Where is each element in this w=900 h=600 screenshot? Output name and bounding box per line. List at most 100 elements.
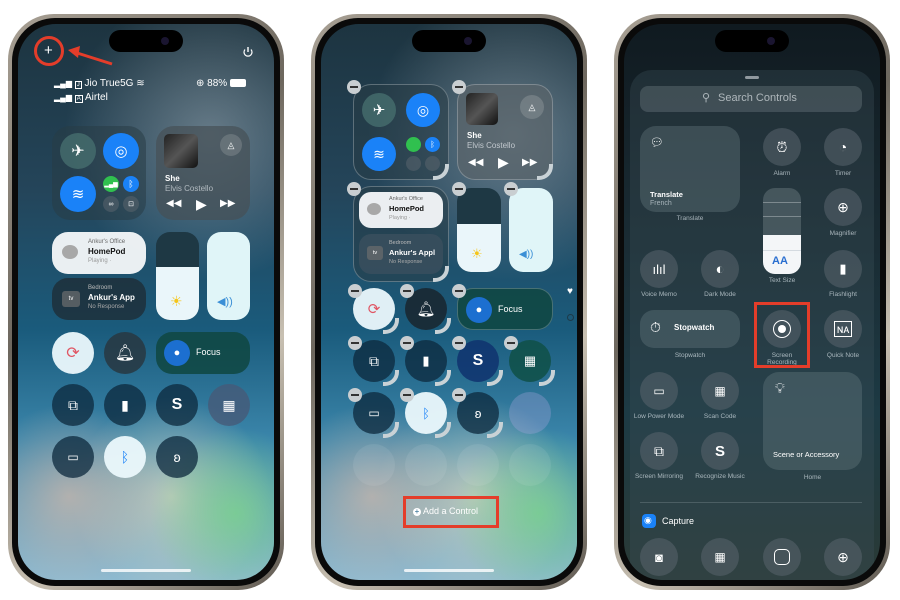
camera-control[interactable]: ◙	[640, 538, 678, 576]
airdrop-icon: ◎	[114, 143, 128, 160]
highlight-box	[754, 302, 810, 368]
search-controls-input[interactable]: ⚲ Search Controls	[640, 86, 862, 112]
orientation-lock-toggle[interactable]: ⟳	[52, 332, 94, 374]
remove-control-button[interactable]	[347, 80, 361, 94]
airplay-icon: ◬	[227, 139, 235, 150]
brightness-slider[interactable]: ☀	[457, 188, 501, 272]
scene-accessory-control[interactable]: 💡︎ Scene or Accessory	[763, 372, 862, 470]
apple-tv-tile[interactable]: tv Bedroom Ankur's Appl No Response	[359, 234, 443, 274]
airdrop-toggle[interactable]: ◎	[103, 133, 139, 169]
timer-label: Timer	[834, 170, 852, 177]
flashlight-control[interactable]: ▮	[824, 250, 862, 288]
remove-control-button[interactable]	[348, 388, 362, 402]
translate-control[interactable]: 💬︎ Translate French	[640, 126, 740, 212]
play-button[interactable]: ▶	[196, 196, 207, 213]
vpn-toggle[interactable]: ∞	[103, 196, 119, 212]
low-power-control[interactable]: ▭	[640, 372, 678, 410]
vpn-toggle[interactable]	[406, 156, 421, 171]
carrier-1: Jio True5G	[84, 78, 134, 89]
remove-control-button[interactable]	[452, 284, 466, 298]
fast-forward-button[interactable]: ▶▶	[522, 157, 537, 168]
scan-code-label: Scan Code	[703, 413, 737, 420]
remove-control-button[interactable]	[504, 336, 518, 350]
now-playing-tile[interactable]: ◬ She Elvis Costello ◀◀ ▶ ▶▶	[156, 126, 250, 220]
rewind-button[interactable]: ◀◀	[166, 198, 181, 209]
bluetooth-button[interactable]: ᛒ	[104, 436, 146, 478]
page-dot-indicator[interactable]	[567, 314, 574, 321]
remove-control-button[interactable]	[452, 182, 466, 196]
remove-control-button[interactable]	[504, 182, 518, 196]
text-size-control[interactable]: AA	[763, 188, 801, 274]
empty-slot[interactable]	[457, 444, 499, 486]
instagram-control[interactable]	[763, 538, 801, 576]
play-button[interactable]: ▶	[498, 154, 509, 171]
translate-icon: 💬︎	[650, 137, 664, 149]
scan-code-capture-control[interactable]: ▦	[701, 538, 739, 576]
remove-control-button[interactable]	[452, 336, 466, 350]
airplane-mode-toggle[interactable]: ✈	[362, 93, 396, 127]
power-icon[interactable]	[242, 46, 254, 58]
homepod-tile[interactable]: Ankur's Office HomePod Playing ·	[52, 232, 146, 274]
low-power-button[interactable]: ▭	[52, 436, 94, 478]
empty-slot[interactable]	[509, 392, 551, 434]
remove-control-button[interactable]	[400, 336, 414, 350]
stopwatch-label: Stopwatch	[674, 352, 706, 359]
hearing-button[interactable]: ʚ	[156, 436, 198, 478]
focus-person-icon: ●	[164, 340, 190, 366]
magnifier-label: Magnifier	[829, 230, 857, 237]
wifi-toggle[interactable]: ≋	[60, 176, 96, 212]
flashlight-button[interactable]: ▮	[104, 384, 146, 426]
bluetooth-toggle[interactable]: ᛒ	[425, 137, 440, 152]
airdrop-toggle[interactable]: ◎	[406, 93, 440, 127]
sheet-grabber[interactable]	[745, 76, 759, 79]
text-size-label: Text Size	[768, 277, 796, 284]
empty-slot[interactable]	[509, 444, 551, 486]
focus-toggle[interactable]: ● Focus	[156, 332, 250, 374]
silent-mode-toggle[interactable]: 🔔︎	[104, 332, 146, 374]
brightness-slider[interactable]: ☀	[156, 232, 199, 320]
quick-note-control[interactable]: ɴᴀ	[824, 310, 862, 348]
remove-control-button[interactable]	[348, 336, 362, 350]
cellular-toggle[interactable]: ▂▄▆	[103, 176, 119, 192]
timer-control[interactable]: ◔	[824, 128, 862, 166]
screen-mirroring-button[interactable]: ⧉	[52, 384, 94, 426]
speaker-icon: ◀))	[217, 296, 233, 308]
wifi-toggle[interactable]: ≋	[362, 137, 396, 171]
translate-title: Translate	[650, 190, 683, 199]
stopwatch-control[interactable]: ⏱︎ Stopwatch	[640, 310, 740, 348]
remove-control-button[interactable]	[452, 80, 466, 94]
focus-toggle[interactable]: ● Focus	[457, 288, 553, 330]
scan-code-control[interactable]: ▦	[701, 372, 739, 410]
remove-control-button[interactable]	[400, 388, 414, 402]
hotspot-toggle[interactable]: ⊡	[123, 196, 139, 212]
remove-control-button[interactable]	[452, 388, 466, 402]
airplay-button[interactable]: ◬	[220, 134, 242, 156]
remove-control-button[interactable]	[348, 284, 362, 298]
empty-slot[interactable]	[405, 444, 447, 486]
screen-mirroring-control[interactable]: ⧉	[640, 432, 678, 470]
dark-mode-control[interactable]: ◐	[701, 250, 739, 288]
magnifier-control[interactable]: ⊕	[824, 188, 862, 226]
volume-slider[interactable]: ◀))	[509, 188, 553, 272]
page-favorites-heart-icon[interactable]: ♥	[567, 286, 573, 297]
fast-forward-button[interactable]: ▶▶	[220, 198, 235, 209]
rewind-button[interactable]: ◀◀	[468, 157, 483, 168]
remove-control-button[interactable]	[400, 284, 414, 298]
shazam-button[interactable]: S	[156, 384, 198, 426]
remove-control-button[interactable]	[347, 182, 361, 196]
bluetooth-toggle[interactable]: ᛒ	[123, 176, 139, 192]
recognize-music-control[interactable]: S	[701, 432, 739, 470]
calculator-button[interactable]: ▦	[208, 384, 250, 426]
empty-slot[interactable]	[353, 444, 395, 486]
alarm-clock-icon: ⏰︎	[776, 138, 788, 155]
apple-tv-tile[interactable]: tv Bedroom Ankur's App No Response	[52, 278, 146, 320]
voice-memo-control[interactable]: ılıl	[640, 250, 678, 288]
volume-slider[interactable]: ◀))	[207, 232, 250, 320]
alarm-control[interactable]: ⏰︎	[763, 128, 801, 166]
cellular-toggle[interactable]	[406, 137, 421, 152]
homepod-tile[interactable]: Ankur's Office HomePod Playing ·	[359, 192, 443, 228]
magnifier-capture-control[interactable]: ⊕	[824, 538, 862, 576]
airplay-button[interactable]: ◬	[520, 95, 544, 119]
airplane-mode-toggle[interactable]: ✈	[60, 133, 96, 169]
airplay-icon: ◬	[528, 101, 536, 112]
